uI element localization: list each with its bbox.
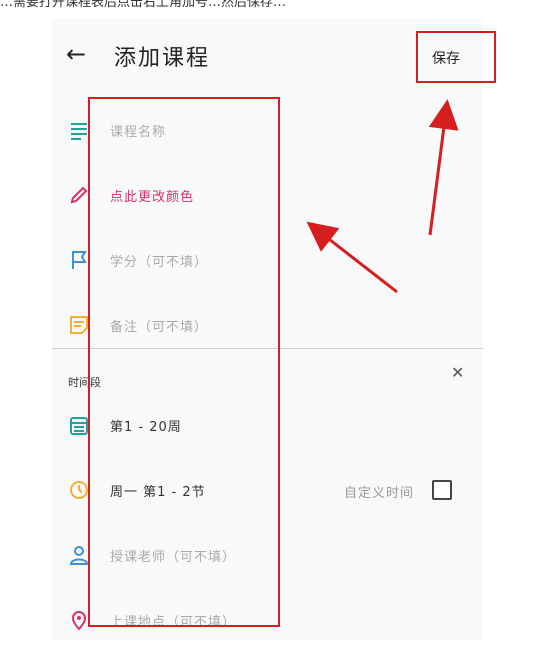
annotation-arrows	[306, 99, 459, 294]
arrow-to-save	[428, 99, 459, 236]
arrow-to-fields	[306, 221, 398, 294]
